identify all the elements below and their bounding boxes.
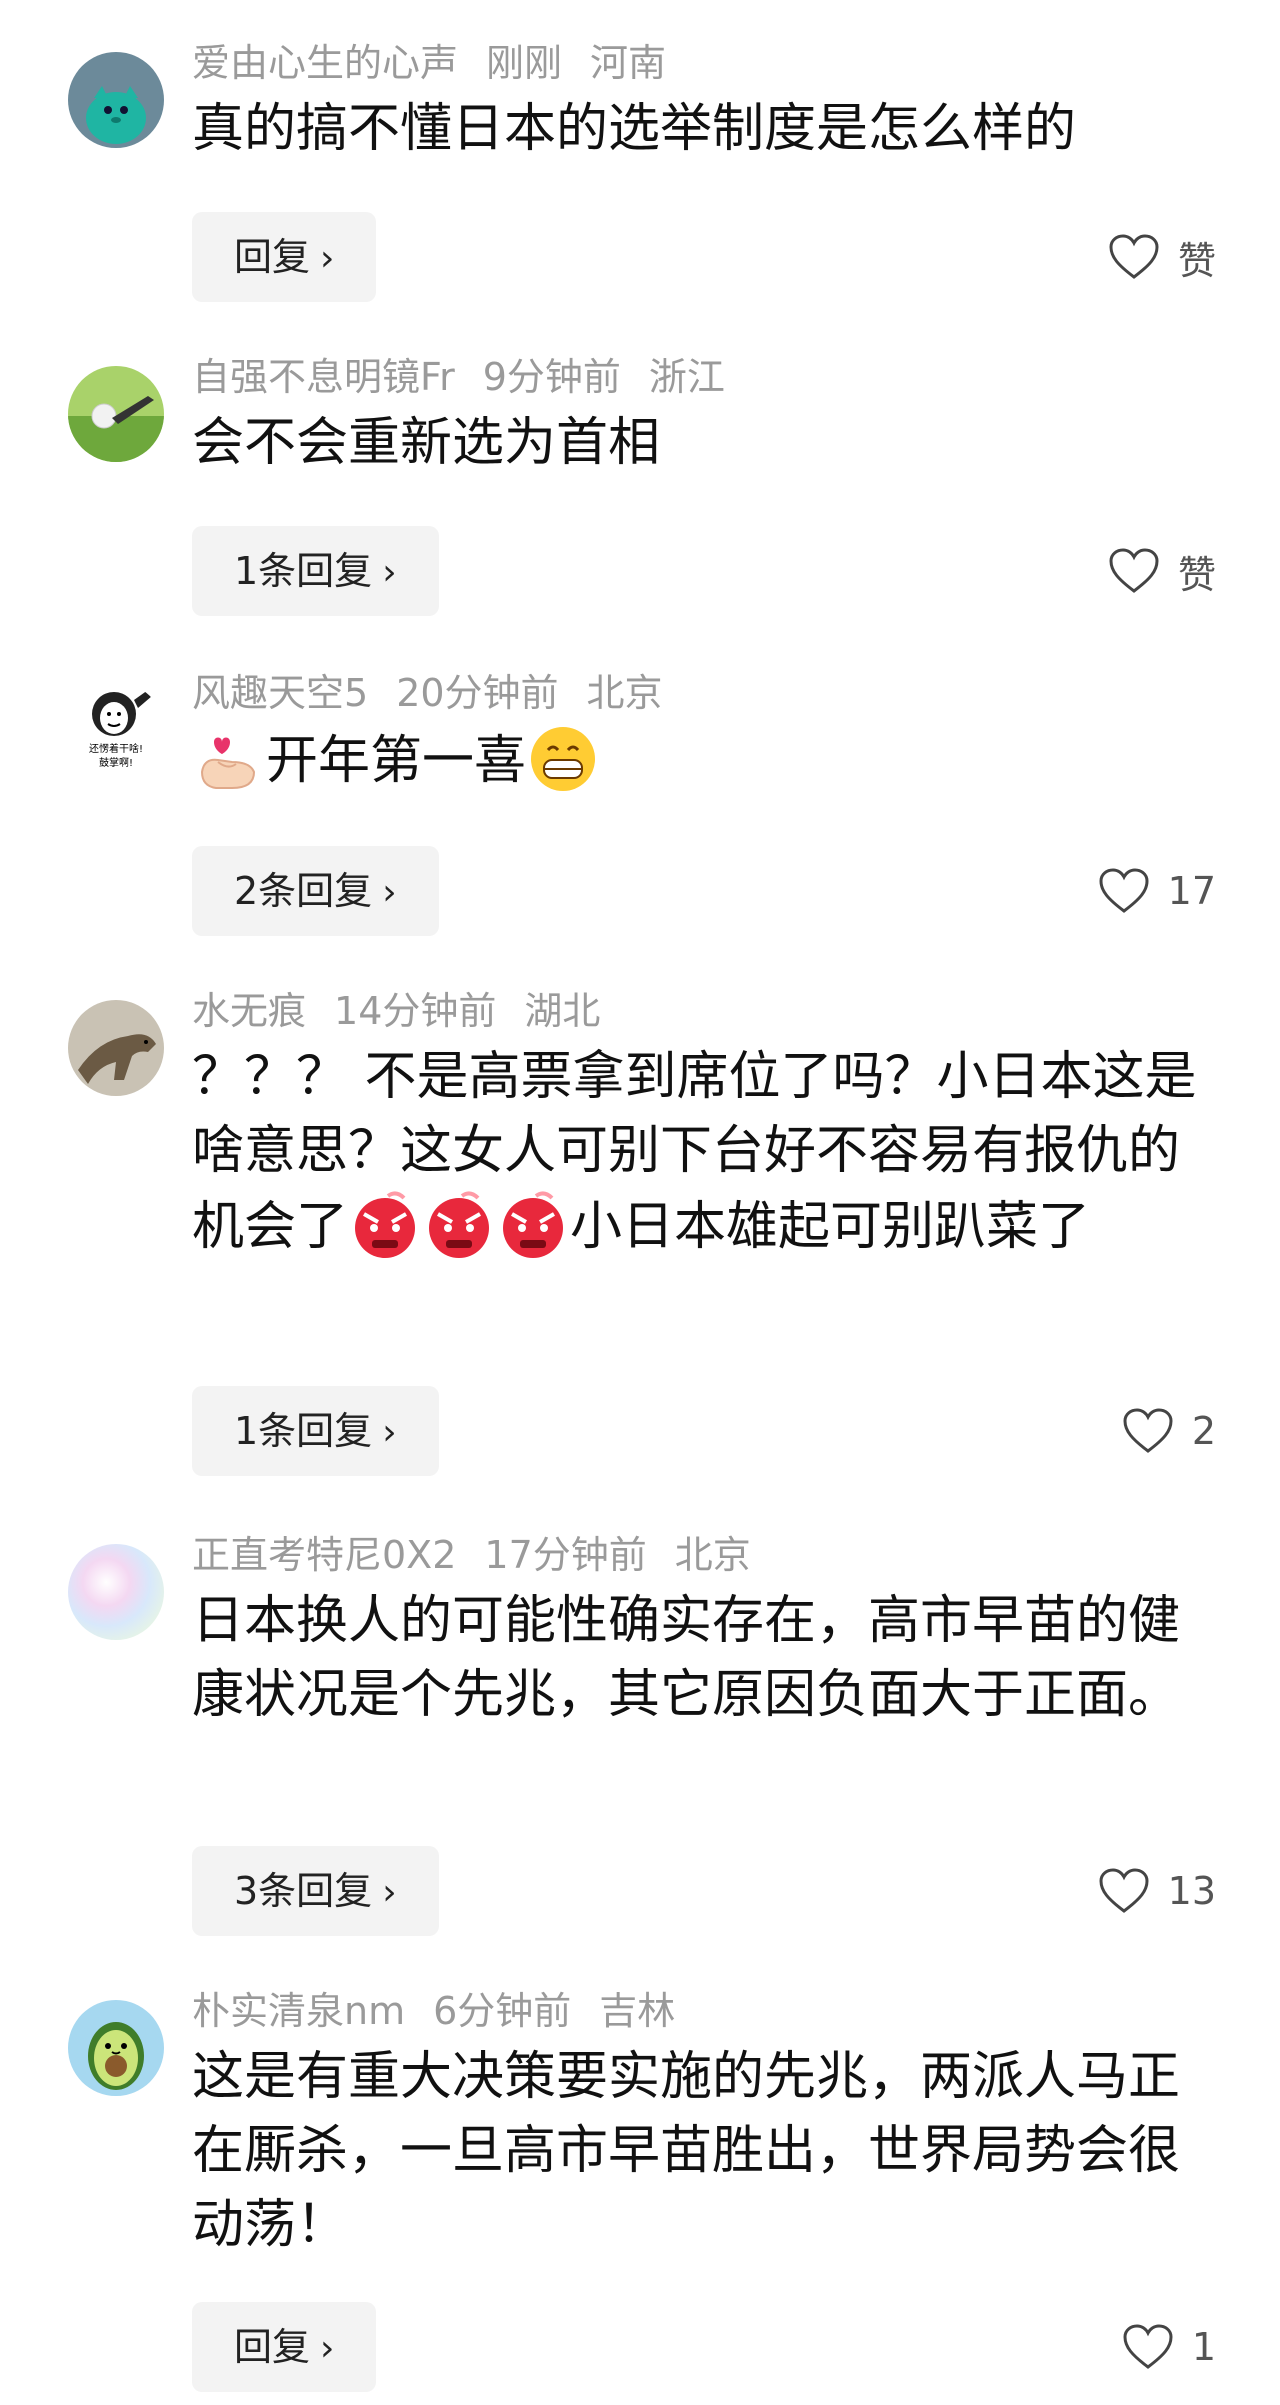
comment-meta: 水无痕 14分钟前 湖北 [192,988,628,1034]
reply-button[interactable]: 1条回复 › [192,526,439,616]
reply-button[interactable]: 回复 › [192,2302,377,2392]
reply-label: 2条回复 [234,869,373,913]
username[interactable]: 水无痕 [192,989,306,1033]
username[interactable]: 风趣天空5 [192,671,368,715]
comment-body: 开年第一喜 [266,731,527,791]
angry-face-emoji-icon [496,1188,570,1262]
comment-meta: 朴实清泉nm 6分钟前 吉林 [192,1988,703,2034]
like-button[interactable]: 2 [1122,1386,1216,1476]
comment-text[interactable]: 真的搞不懂日本的选举制度是怎么样的 [192,92,1222,166]
golf-ball-avatar[interactable] [68,366,164,462]
timestamp: 17分钟前 [484,1533,647,1577]
reply-label: 回复 [234,2325,311,2369]
location: 北京 [586,671,663,715]
meme-caption-2: 鼓掌啊! [99,756,133,769]
angry-face-emoji-icon [422,1188,496,1262]
reply-button[interactable]: 1条回复 › [192,1386,439,1476]
reply-button[interactable]: 2条回复 › [192,846,439,936]
chevron-right-icon: › [382,872,397,913]
username[interactable]: 朴实清泉nm [192,1989,405,2033]
angry-face-emoji-icon [348,1188,422,1262]
heart-icon [1109,548,1159,593]
comment-text[interactable]: 开年第一喜 [192,722,1222,798]
timestamp: 6分钟前 [433,1989,572,2033]
comment-text[interactable]: 日本换人的可能性确实存在，高市早苗的健康状况是个先兆，其它原因负面大于正面。 [192,1584,1222,1732]
dinosaur-avatar[interactable] [68,1000,164,1096]
finger-heart-emoji-icon [192,722,266,796]
like-button[interactable]: 赞 [1108,212,1216,302]
like-label: 2 [1191,1409,1216,1453]
comment-meta: 自强不息明镜Fr 9分钟前 浙江 [192,354,753,400]
chevron-right-icon: › [382,552,397,593]
like-button[interactable]: 1 [1122,2302,1216,2392]
comment-meta: 风趣天空5 20分钟前 北京 [192,670,691,716]
heart-icon [1109,234,1159,279]
username[interactable]: 自强不息明镜Fr [192,355,455,399]
comment-body: 小日本雄起可别趴菜了 [570,1197,1091,1257]
timestamp: 14分钟前 [334,989,497,1033]
chevron-right-icon: › [382,1412,397,1453]
location: 浙江 [648,355,725,399]
reply-label: 3条回复 [234,1869,373,1913]
comment-text[interactable]: ？？？ 不是高票拿到席位了吗？小日本这是啥意思？这女人可别下台好不容易有报仇的机… [192,1040,1222,1264]
chevron-right-icon: › [382,1872,397,1913]
like-button[interactable]: 17 [1098,846,1216,936]
like-label: 13 [1167,1869,1216,1913]
like-label: 赞 [1177,238,1216,283]
comment-text[interactable]: 会不会重新选为首相 [192,406,1222,480]
avocado-avatar[interactable] [68,2000,164,2096]
chevron-right-icon: › [320,238,335,279]
comment-text[interactable]: 这是有重大决策要实施的先兆，两派人马正在厮杀，一旦高市早苗胜出，世界局势会很动荡… [192,2040,1222,2262]
chevron-right-icon: › [320,2328,335,2369]
reply-button[interactable]: 回复 › [192,212,377,302]
heart-icon [1123,1408,1173,1453]
location: 北京 [674,1533,751,1577]
like-button[interactable]: 赞 [1108,526,1216,616]
reply-label: 回复 [234,235,311,279]
location: 吉林 [599,1989,676,2033]
username[interactable]: 爱由心生的心声 [192,41,458,85]
meme-face-avatar[interactable]: 还愣着干啥! 鼓掌啊! [68,682,164,778]
heart-icon [1099,1868,1149,1913]
green-monster-avatar[interactable] [68,52,164,148]
comment-meta: 正直考特尼0X2 17分钟前 北京 [192,1532,779,1578]
reply-button[interactable]: 3条回复 › [192,1846,439,1936]
reply-label: 1条回复 [234,549,373,593]
grinning-face-emoji-icon [526,722,600,796]
timestamp: 9分钟前 [482,355,621,399]
meme-caption-1: 还愣着干啥! [89,742,143,755]
timestamp: 刚刚 [486,41,563,85]
like-label: 1 [1191,2325,1216,2369]
timestamp: 20分钟前 [396,671,559,715]
location: 河南 [590,41,667,85]
username[interactable]: 正直考特尼0X2 [192,1533,456,1577]
heart-icon [1123,2324,1173,2369]
like-label: 17 [1167,869,1216,913]
reply-label: 1条回复 [234,1409,373,1453]
pastel-gradient-avatar[interactable] [68,1544,164,1640]
comment-meta: 爱由心生的心声 刚刚 河南 [192,40,694,86]
like-label: 赞 [1177,552,1216,597]
like-button[interactable]: 13 [1098,1846,1216,1936]
heart-icon [1099,868,1149,913]
location: 湖北 [524,989,601,1033]
